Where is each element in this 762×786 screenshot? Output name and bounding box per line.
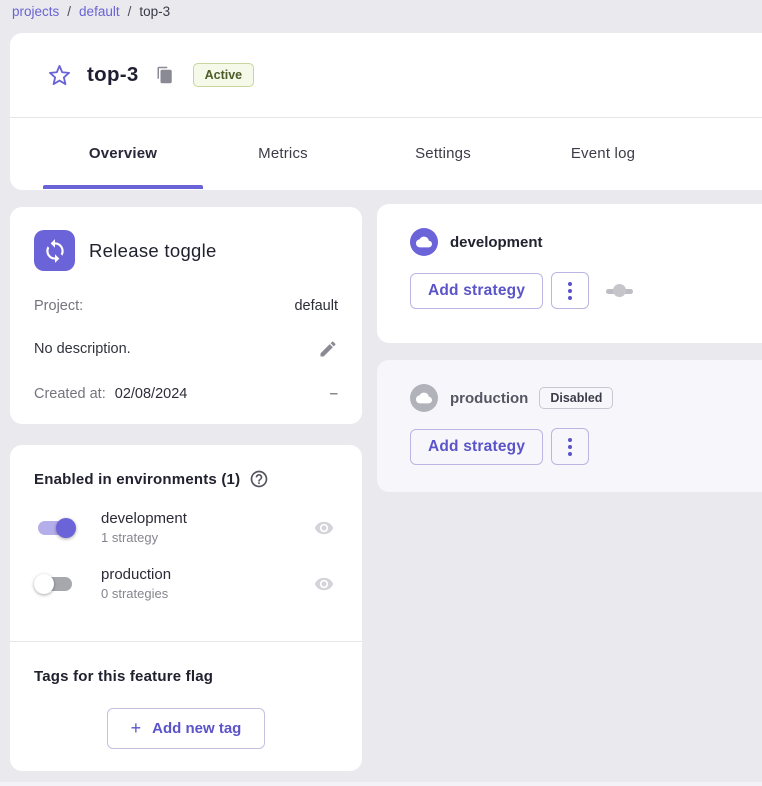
tab-overview[interactable]: Overview [43,118,203,189]
eye-icon[interactable] [314,574,334,594]
project-value: default [294,298,338,314]
favorite-star-icon[interactable] [48,63,72,87]
tab-metrics[interactable]: Metrics [203,118,363,189]
add-strategy-button[interactable]: Add strategy [410,429,543,465]
plus-icon: + [131,718,142,739]
kebab-menu-button[interactable] [551,272,589,309]
enabled-environments-title: Enabled in environments (1) [34,471,240,488]
environment-panel-development: development Add strategy [377,204,762,343]
help-circle-icon[interactable] [249,469,269,489]
tab-metrics-label: Metrics [258,145,308,162]
environment-strategy-count: 0 strategies [101,586,171,601]
cloud-icon [410,384,438,412]
kebab-dot [568,282,572,286]
copy-icon[interactable] [156,66,174,84]
page-title: top-3 [87,63,139,87]
flag-type-row: Release toggle [34,230,338,271]
environment-row-production: production 0 strategies [34,566,338,601]
breadcrumb-current: top-3 [139,4,170,19]
breadcrumb-separator: / [128,4,132,19]
status-badge: Active [193,63,255,87]
created-at-row: Created at: 02/08/2024 – [34,386,338,402]
add-new-tag-button[interactable]: + Add new tag [107,708,266,749]
tags-section: Tags for this feature flag + Add new tag [10,642,362,749]
environment-toggle-production[interactable] [36,574,74,594]
flag-header-card: top-3 Active Overview Metrics Settings E… [10,33,762,190]
enabled-environments-section: Enabled in environments (1) development … [10,445,362,601]
kebab-dot [568,296,572,300]
breadcrumb: projects / default / top-3 [12,4,170,19]
tab-event-log-label: Event log [571,145,635,162]
created-at-value: 02/08/2024 [115,386,188,402]
toggle-thumb [34,574,54,594]
environment-name: development [101,510,187,527]
environment-panel-name: development [450,234,543,251]
tags-title: Tags for this feature flag [34,668,338,685]
add-new-tag-label: Add new tag [152,720,241,737]
sync-arrows-icon [34,230,75,271]
kebab-dot [568,289,572,293]
flag-overview-card: Release toggle Project: default No descr… [10,207,362,424]
flag-header-row: top-3 Active [10,33,762,118]
tab-settings-label: Settings [415,145,471,162]
environment-name: production [101,566,171,583]
kebab-dot [568,438,572,442]
tab-event-log[interactable]: Event log [523,118,683,189]
tab-overview-label: Overview [89,145,157,162]
project-row: Project: default [34,298,338,314]
environment-enable-toggle[interactable] [606,284,633,298]
environment-toggle-development[interactable] [36,518,74,538]
toggle-thumb [613,284,626,297]
kebab-menu-button[interactable] [551,428,589,465]
environment-panel-name: production [450,390,528,407]
environment-row-development: development 1 strategy [34,510,338,545]
bottom-edge [0,782,762,786]
breadcrumb-projects[interactable]: projects [12,4,59,19]
description-row: No description. [34,339,338,359]
environments-card: Enabled in environments (1) development … [10,445,362,771]
disabled-badge: Disabled [539,387,613,409]
tab-settings[interactable]: Settings [363,118,523,189]
kebab-dot [568,445,572,449]
eye-icon[interactable] [314,518,334,538]
breadcrumb-default[interactable]: default [79,4,120,19]
edit-pencil-icon[interactable] [318,339,338,359]
breadcrumb-separator: / [67,4,71,19]
environment-strategy-count: 1 strategy [101,530,187,545]
flag-type-label: Release toggle [89,240,217,262]
collapse-dash-icon[interactable]: – [330,389,338,399]
created-at-label: Created at: [34,386,106,402]
project-label: Project: [34,298,83,314]
kebab-dot [568,452,572,456]
tab-bar: Overview Metrics Settings Event log [10,118,762,189]
toggle-thumb [56,518,76,538]
environment-panel-production: production Disabled Add strategy [377,360,762,492]
description-text: No description. [34,341,131,357]
cloud-icon [410,228,438,256]
active-tab-indicator [43,185,203,189]
add-strategy-button[interactable]: Add strategy [410,273,543,309]
